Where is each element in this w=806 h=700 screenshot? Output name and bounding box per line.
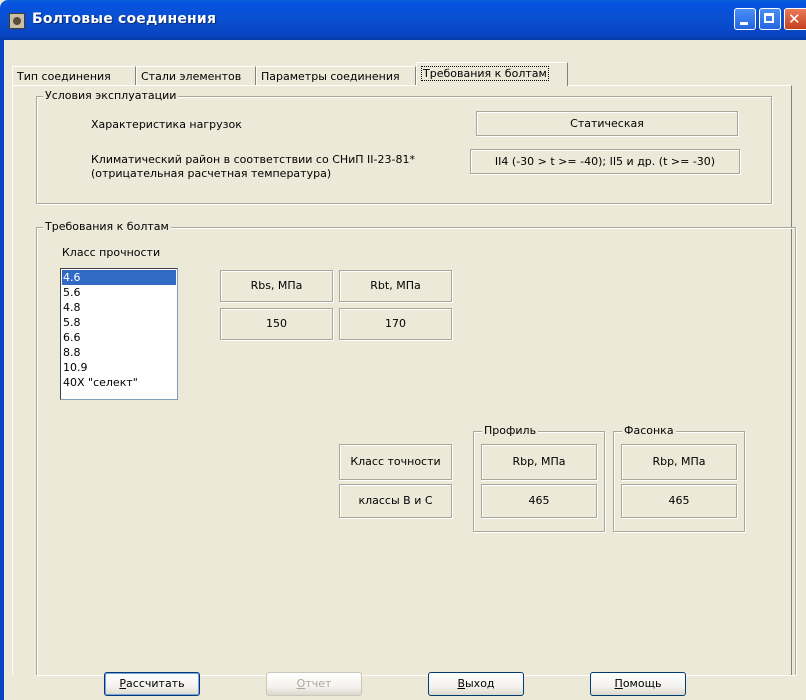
exit-button[interactable]: Выход [428, 672, 524, 696]
accuracy-class-header: Класс точности [339, 444, 452, 480]
accuracy-class-value: классы В и С [339, 484, 452, 518]
bolt-requirements-title: Требования к болтам [43, 220, 171, 233]
strength-class-listbox[interactable]: 4.6 5.6 4.8 5.8 6.6 8.8 10.9 40X "селект… [60, 268, 178, 400]
list-item[interactable]: 5.6 [62, 285, 176, 300]
operating-conditions-title: Условия эксплуатации [43, 89, 179, 102]
title-bar[interactable]: Болтовые соединения [0, 0, 806, 40]
climate-region-field: II4 (-30 > t >= -40); II5 и др. (t >= -3… [470, 149, 740, 174]
rbt-header: Rbt, МПа [339, 270, 452, 302]
gusset-rbp-header: Rbp, МПа [621, 444, 737, 480]
load-type-field: Статическая [476, 111, 738, 136]
list-item[interactable]: 4.6 [62, 270, 176, 285]
exit-mnemonic: В [457, 677, 465, 690]
rbs-value: 150 [220, 308, 333, 340]
tab-bolt-requirements[interactable]: Требования к болтам [416, 62, 568, 86]
calculate-button[interactable]: Рассчитать [104, 672, 200, 696]
list-item[interactable]: 40X "селект" [62, 375, 176, 390]
gusset-title: Фасонка [622, 424, 676, 437]
climate-label-line1: Климатический район в соответствии со СН… [91, 153, 415, 166]
profile-rbp-value: 465 [481, 484, 597, 518]
tab-bolt-requirements-label: Требования к болтам [421, 66, 549, 81]
rbt-value: 170 [339, 308, 452, 340]
tab-connection-type[interactable]: Тип соединения [12, 66, 136, 85]
climate-label-line2: (отрицательная расчетная температура) [91, 167, 332, 180]
profile-title: Профиль [482, 424, 539, 437]
calculate-label: ассчитать [126, 677, 185, 690]
load-label: Характеристика нагрузок [91, 118, 242, 131]
window-frame-left [0, 40, 4, 700]
list-item[interactable]: 8.8 [62, 345, 176, 360]
window-title: Болтовые соединения [32, 11, 217, 27]
help-mnemonic: П [614, 677, 623, 690]
report-button[interactable]: Отчет [266, 672, 362, 696]
list-item[interactable]: 5.8 [62, 315, 176, 330]
minimize-button[interactable] [734, 8, 756, 30]
tab-element-steels[interactable]: Стали элементов [136, 66, 256, 85]
report-mnemonic: О [296, 677, 306, 690]
close-button[interactable] [784, 8, 806, 30]
list-item[interactable]: 6.6 [62, 330, 176, 345]
maximize-button[interactable] [759, 8, 781, 30]
report-label: тчет [305, 677, 332, 690]
list-item[interactable]: 10.9 [62, 360, 176, 375]
help-label: омощь [622, 677, 662, 690]
app-icon[interactable] [9, 13, 25, 29]
tab-connection-params[interactable]: Параметры соединения [256, 66, 416, 85]
gusset-rbp-value: 465 [621, 484, 737, 518]
exit-label: ыход [465, 677, 495, 690]
profile-rbp-header: Rbp, МПа [481, 444, 597, 480]
list-item[interactable]: 4.8 [62, 300, 176, 315]
help-button[interactable]: Помощь [590, 672, 686, 696]
strength-class-label: Класс прочности [62, 246, 161, 259]
rbs-header: Rbs, МПа [220, 270, 333, 302]
